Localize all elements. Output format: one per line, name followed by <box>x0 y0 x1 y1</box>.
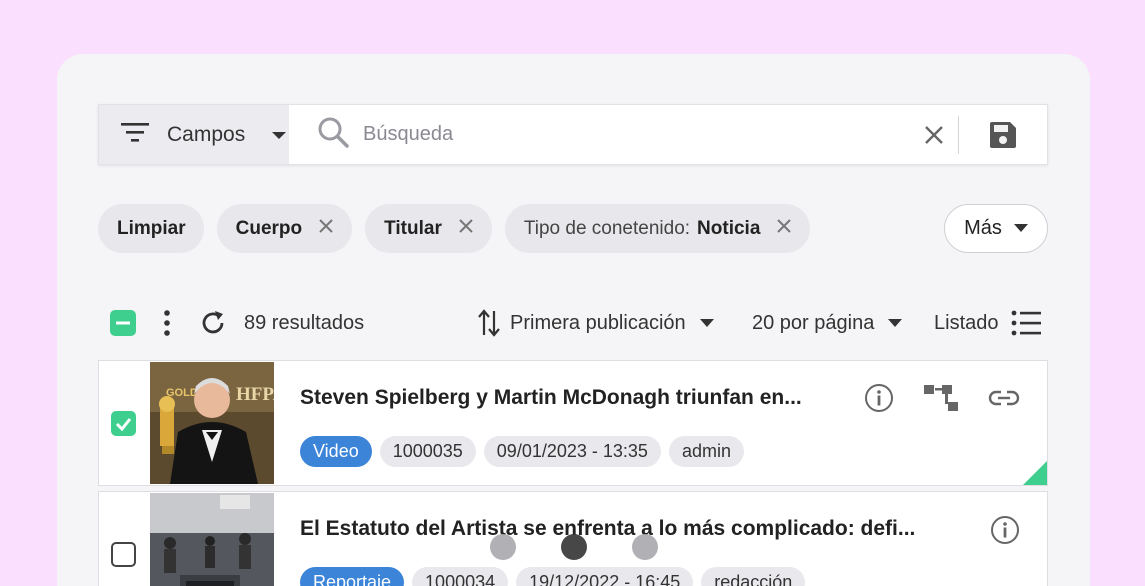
row-checkbox[interactable] <box>111 411 136 436</box>
caret-down-icon <box>1013 224 1028 232</box>
close-icon[interactable] <box>458 218 474 240</box>
result-title[interactable]: Steven Spielberg y Martin McDonagh triun… <box>300 386 860 410</box>
caret-down-icon <box>699 318 714 327</box>
sort-icon <box>478 309 500 337</box>
save-search-button[interactable] <box>959 105 1047 164</box>
author-tag: admin <box>668 436 744 467</box>
carousel-dot[interactable] <box>632 534 658 560</box>
carousel-dot[interactable] <box>490 534 516 560</box>
more-label: Más <box>964 217 1002 239</box>
fields-label: Campos <box>167 122 246 146</box>
fields-dropdown[interactable]: Campos <box>99 105 289 164</box>
view-label: Listado <box>934 311 999 334</box>
chip-value: Cuerpo <box>235 217 303 239</box>
chip-value: Titular <box>384 217 442 239</box>
caret-down-icon <box>271 123 287 147</box>
filter-chip-cuerpo: Cuerpo <box>216 204 353 253</box>
view-toggle[interactable]: Listado <box>934 304 1041 342</box>
carousel-dot-active[interactable] <box>561 534 587 560</box>
row-actions <box>864 383 1020 418</box>
more-filters-button[interactable]: Más <box>944 204 1048 253</box>
refresh-icon[interactable] <box>199 304 227 342</box>
list-icon <box>1011 310 1041 336</box>
filter-icon <box>121 121 151 149</box>
link-icon[interactable] <box>988 388 1020 413</box>
results-count: 89 resultados <box>244 311 365 334</box>
result-row[interactable]: HFPA GOLD Steven Spielberg y Martin McDo… <box>98 360 1048 486</box>
info-icon[interactable] <box>990 515 1020 550</box>
filter-chips: Limpiar Cuerpo Titular Tipo de conetenid… <box>98 204 811 253</box>
floppy-disk-icon <box>990 121 1016 148</box>
filter-chip-content-type: Tipo de conetenido: Noticia <box>504 204 811 253</box>
thumbnail-image: HFPA GOLD <box>150 362 274 484</box>
filter-chip-titular: Titular <box>365 204 492 253</box>
author-tag: redacción <box>701 567 806 586</box>
row-checkbox[interactable] <box>111 542 136 567</box>
search-bar: Campos <box>98 104 1048 165</box>
close-icon <box>925 125 943 144</box>
row-actions <box>990 515 1020 550</box>
type-tag: Video <box>300 436 372 467</box>
thumbnail-image <box>150 493 274 586</box>
per-page-dropdown[interactable]: 20 por página <box>752 304 903 342</box>
carousel-dots <box>490 534 658 560</box>
date-tag: 19/12/2022 - 16:45 <box>516 567 694 586</box>
clear-filters-label: Limpiar <box>117 217 186 239</box>
per-page-label: 20 por página <box>752 311 875 334</box>
info-icon[interactable] <box>864 383 894 418</box>
check-icon <box>115 418 132 432</box>
search-input[interactable] <box>363 123 910 146</box>
search-icon <box>317 116 349 153</box>
clear-search-button[interactable] <box>910 105 958 164</box>
chip-value: Noticia <box>697 217 761 239</box>
svg-text:HFPA: HFPA <box>236 384 274 405</box>
id-tag: 1000035 <box>379 436 476 467</box>
id-tag: 1000034 <box>412 567 509 586</box>
result-tags: Reportaje 1000034 19/12/2022 - 16:45 red… <box>300 567 806 586</box>
selected-corner-marker <box>1023 461 1047 485</box>
date-tag: 09/01/2023 - 13:35 <box>483 436 661 467</box>
close-icon[interactable] <box>318 218 334 240</box>
sort-label: Primera publicación <box>510 311 686 334</box>
sort-dropdown[interactable]: Primera publicación <box>478 304 714 342</box>
type-tag: Reportaje <box>300 567 405 586</box>
more-vertical-icon[interactable] <box>162 304 172 342</box>
clear-filters-button[interactable]: Limpiar <box>98 204 204 253</box>
hierarchy-icon[interactable] <box>924 383 958 418</box>
chip-label: Tipo de conetenido: <box>523 217 691 239</box>
result-tags: Video 1000035 09/01/2023 - 13:35 admin <box>300 436 744 467</box>
search-area <box>289 105 910 164</box>
select-all-checkbox[interactable] <box>110 304 136 342</box>
close-icon[interactable] <box>776 218 792 240</box>
results-toolbar: 89 resultados Primera publicación 20 por… <box>110 304 1050 342</box>
caret-down-icon <box>888 318 903 327</box>
